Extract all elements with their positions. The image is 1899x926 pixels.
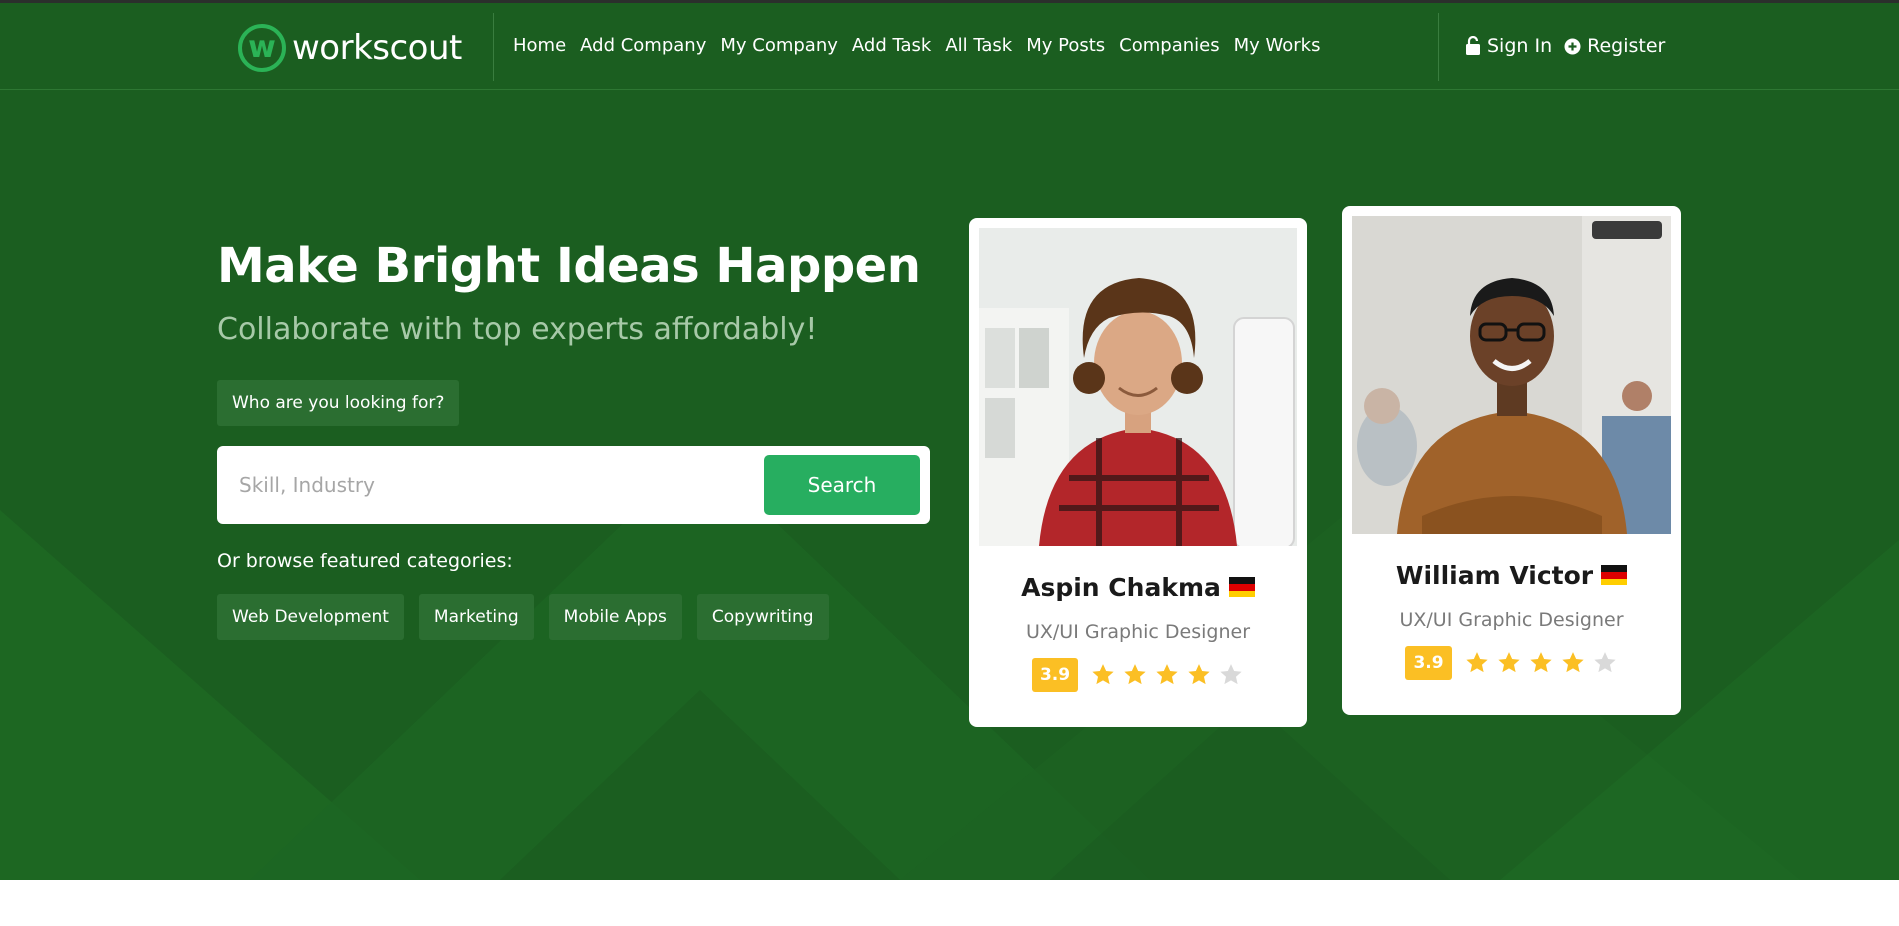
search-input[interactable] <box>239 456 759 514</box>
rating-badge: 3.9 <box>1405 646 1452 680</box>
freelancer-role: UX/UI Graphic Designer <box>1399 609 1624 631</box>
logo-icon: w <box>238 24 286 72</box>
star-filled-icon <box>1092 664 1114 685</box>
nav-home[interactable]: Home <box>513 35 566 56</box>
plus-circle-icon <box>1564 38 1581 54</box>
sign-in-link[interactable]: Sign In <box>1465 35 1552 57</box>
nav-my-posts[interactable]: My Posts <box>1026 35 1105 56</box>
category-web-development[interactable]: Web Development <box>217 594 404 640</box>
register-label: Register <box>1587 35 1666 57</box>
germany-flag-icon <box>1228 577 1255 597</box>
lock-icon <box>1466 36 1480 55</box>
logo-text: workscout <box>292 28 462 68</box>
logo[interactable]: w workscout <box>238 23 462 73</box>
star-filled-icon <box>1497 652 1520 673</box>
auth-links: Sign In Register <box>1465 35 1665 57</box>
freelancer-photo <box>1352 216 1671 534</box>
nav-add-company[interactable]: Add Company <box>580 35 706 56</box>
freelancer-rating: 3.9 <box>969 658 1307 692</box>
star-empty-icon <box>1220 664 1242 685</box>
star-filled-icon <box>1124 664 1146 685</box>
germany-flag-icon <box>1601 565 1628 585</box>
star-empty-icon <box>1593 652 1616 673</box>
freelancer-rating: 3.9 <box>1342 646 1681 680</box>
freelancer-card[interactable]: Aspin Chakma UX/UI Graphic Designer 3.9 <box>969 218 1307 727</box>
search-question-label: Who are you looking for? <box>217 380 460 426</box>
freelancer-name[interactable]: William Victor <box>1342 561 1681 590</box>
category-copywriting[interactable]: Copywriting <box>696 594 829 640</box>
page-content-start <box>0 880 1899 926</box>
hero-subtitle: Collaborate with top experts affordably! <box>217 312 818 347</box>
nav-add-task[interactable]: Add Task <box>852 35 931 56</box>
star-filled-icon <box>1156 664 1178 685</box>
category-marketing[interactable]: Marketing <box>418 594 534 640</box>
register-link[interactable]: Register <box>1564 35 1665 57</box>
browse-categories-label: Or browse featured categories: <box>217 550 513 572</box>
main-nav: Home Add Company My Company Add Task All… <box>513 35 1320 56</box>
hero-title: Make Bright Ideas Happen <box>217 238 921 294</box>
hero-section: Make Bright Ideas Happen Collaborate wit… <box>0 90 1899 880</box>
nav-my-company[interactable]: My Company <box>720 35 838 56</box>
page: w workscout Home Add Company My Company … <box>0 0 1899 926</box>
person-photo-illustration <box>979 228 1297 546</box>
nav-all-task[interactable]: All Task <box>945 35 1012 56</box>
freelancer-card[interactable]: William Victor UX/UI Graphic Designer 3.… <box>1342 206 1681 715</box>
rating-badge: 3.9 <box>1031 658 1079 692</box>
star-filled-icon <box>1465 652 1488 673</box>
category-mobile-apps[interactable]: Mobile Apps <box>548 594 682 640</box>
star-filled-icon <box>1561 652 1584 673</box>
header-divider <box>493 13 494 81</box>
site-header: w workscout Home Add Company My Company … <box>0 3 1899 90</box>
star-filled-icon <box>1188 664 1210 685</box>
nav-my-works[interactable]: My Works <box>1234 35 1321 56</box>
freelancer-role: UX/UI Graphic Designer <box>1025 621 1251 643</box>
nav-companies[interactable]: Companies <box>1119 35 1219 56</box>
search-bar: Search <box>217 446 930 524</box>
header-divider <box>1438 13 1439 81</box>
star-filled-icon <box>1529 652 1552 673</box>
sign-in-label: Sign In <box>1487 35 1553 57</box>
freelancer-name[interactable]: Aspin Chakma <box>969 573 1307 602</box>
freelancer-photo <box>979 228 1297 546</box>
person-photo-illustration <box>1352 216 1671 534</box>
featured-categories: Web Development Marketing Mobile Apps Co… <box>217 594 829 640</box>
search-button[interactable]: Search <box>764 455 920 515</box>
